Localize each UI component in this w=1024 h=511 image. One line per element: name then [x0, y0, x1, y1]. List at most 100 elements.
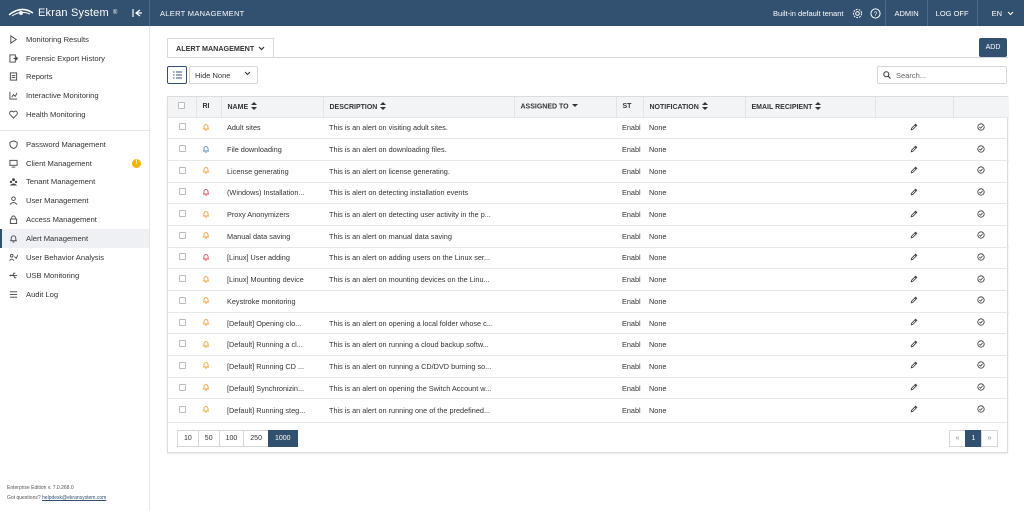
edit-cell[interactable]	[875, 225, 953, 247]
row-checkbox-cell[interactable]	[168, 225, 196, 247]
pencil-icon[interactable]	[910, 340, 918, 350]
sidebar-item-usb-monitoring[interactable]: USB Monitoring	[0, 267, 149, 286]
name-cell[interactable]: Manual data saving	[221, 225, 323, 247]
row-checkbox-cell[interactable]	[168, 312, 196, 334]
name-cell[interactable]: Proxy Anonymizers	[221, 204, 323, 226]
enabled-check-icon[interactable]	[977, 318, 985, 328]
row-checkbox[interactable]	[178, 296, 186, 304]
name-cell[interactable]: [Linux] Mounting device	[221, 269, 323, 291]
pencil-icon[interactable]	[910, 275, 918, 285]
enabled-check-icon[interactable]	[977, 166, 985, 176]
row-checkbox[interactable]	[178, 383, 186, 391]
sidebar-item-user-management[interactable]: User Management	[0, 191, 149, 210]
edit-cell[interactable]	[875, 377, 953, 399]
list-view-button[interactable]	[167, 66, 187, 84]
name-cell[interactable]: [Default] Running a cl...	[221, 334, 323, 356]
row-checkbox[interactable]	[178, 231, 186, 239]
pencil-icon[interactable]	[910, 188, 918, 198]
column-header-email-recipient[interactable]: EMAIL RECIPIENT	[745, 97, 876, 117]
page-button-current[interactable]: 1	[965, 430, 982, 447]
edit-cell[interactable]	[875, 204, 953, 226]
enabled-check-icon[interactable]	[977, 253, 985, 263]
enabled-check-icon[interactable]	[977, 361, 985, 371]
enabled-check-icon[interactable]	[977, 340, 985, 350]
toggle-cell[interactable]	[953, 356, 1009, 378]
sidebar-item-client-management[interactable]: Client Management !	[0, 154, 149, 173]
enabled-check-icon[interactable]	[977, 275, 985, 285]
gear-icon[interactable]	[849, 5, 865, 21]
select-all-checkbox-cell[interactable]	[168, 97, 197, 117]
edit-cell[interactable]	[875, 312, 953, 334]
row-checkbox[interactable]	[178, 253, 186, 261]
pencil-icon[interactable]	[910, 123, 918, 133]
add-button[interactable]: ADD	[979, 38, 1007, 57]
row-checkbox-cell[interactable]	[168, 356, 196, 378]
pencil-icon[interactable]	[910, 318, 918, 328]
edit-cell[interactable]	[875, 117, 953, 139]
pencil-icon[interactable]	[910, 362, 918, 371]
row-checkbox-cell[interactable]	[168, 182, 196, 204]
sidebar-item-access-management[interactable]: Access Management	[0, 210, 149, 229]
edit-cell[interactable]	[875, 247, 953, 269]
enabled-check-icon[interactable]	[977, 383, 985, 393]
edit-cell[interactable]	[875, 356, 953, 378]
sidebar-item-interactive-monitoring[interactable]: Interactive Monitoring	[0, 86, 149, 105]
tab-alert-management[interactable]: ALERT MANAGEMENT	[167, 38, 275, 58]
edit-cell[interactable]	[875, 182, 953, 204]
name-cell[interactable]: License generating	[221, 160, 323, 182]
support-email-link[interactable]: helpdesk@ekransystem.com	[42, 495, 106, 501]
row-checkbox-cell[interactable]	[168, 291, 196, 313]
pencil-icon[interactable]	[910, 296, 918, 306]
column-header-description[interactable]: DESCRIPTION	[323, 97, 515, 117]
name-cell[interactable]: Keystroke monitoring	[221, 291, 323, 313]
toggle-cell[interactable]	[953, 247, 1009, 269]
row-checkbox-cell[interactable]	[168, 247, 196, 269]
next-page-button[interactable]: »	[981, 430, 998, 447]
row-checkbox-cell[interactable]	[168, 139, 196, 161]
name-cell[interactable]: [Default] Synchronizin...	[221, 377, 323, 399]
sidebar-item-health-monitoring[interactable]: Health Monitoring	[0, 105, 149, 124]
row-checkbox[interactable]	[178, 361, 186, 369]
pencil-icon[interactable]	[910, 405, 918, 415]
row-checkbox[interactable]	[178, 210, 186, 218]
name-cell[interactable]: (Windows) Installation...	[221, 182, 323, 204]
user-menu[interactable]: ADMIN	[885, 0, 926, 26]
language-selector[interactable]: EN	[976, 0, 1024, 26]
pencil-icon[interactable]	[910, 253, 918, 263]
column-header-status[interactable]: ST	[616, 97, 644, 117]
search-input[interactable]: Search...	[877, 66, 1007, 84]
toggle-cell[interactable]	[953, 291, 1009, 313]
name-cell[interactable]: [Default] Running steg...	[221, 399, 323, 421]
page-size-option-250[interactable]: 250	[243, 430, 269, 447]
table-row[interactable]: [Default] Running steg... This is an aler…	[168, 398, 1009, 421]
name-cell[interactable]: [Default] Running CD ...	[221, 356, 323, 378]
tenant-selector[interactable]: Built-in default tenant	[773, 9, 849, 18]
edit-cell[interactable]	[875, 269, 953, 291]
edit-cell[interactable]	[875, 160, 953, 182]
row-checkbox-cell[interactable]	[168, 204, 196, 226]
toggle-cell[interactable]	[953, 182, 1009, 204]
toggle-cell[interactable]	[953, 377, 1009, 399]
toggle-cell[interactable]	[953, 225, 1009, 247]
table-row[interactable]: Keystroke monitoring Enabl None	[168, 290, 1009, 313]
table-row[interactable]: (Windows) Installation... This is alert o…	[168, 182, 1009, 204]
table-row[interactable]: [Default] Synchronizin... This is an aler…	[168, 377, 1009, 399]
row-checkbox-cell[interactable]	[168, 334, 196, 356]
edit-cell[interactable]	[875, 334, 953, 356]
name-cell[interactable]: File downloading	[221, 139, 323, 161]
name-cell[interactable]: [Linux] User adding	[221, 247, 323, 269]
toggle-cell[interactable]	[953, 269, 1009, 291]
table-row[interactable]: Adult sites This is an alert on visiting …	[168, 117, 1009, 139]
column-header-risk[interactable]: RI	[196, 97, 222, 117]
row-checkbox-cell[interactable]	[168, 160, 196, 182]
name-cell[interactable]: [Default] Opening clo...	[221, 312, 323, 334]
table-row[interactable]: [Linux] Mounting device This is an alert …	[168, 268, 1009, 291]
select-all-checkbox[interactable]	[178, 102, 186, 110]
enabled-check-icon[interactable]	[977, 296, 985, 306]
enabled-check-icon[interactable]	[977, 405, 985, 415]
toggle-cell[interactable]	[953, 139, 1009, 161]
row-checkbox-cell[interactable]	[168, 269, 196, 291]
table-row[interactable]: [Default] Running a cl... This is an aler…	[168, 333, 1009, 356]
name-cell[interactable]: Adult sites	[221, 117, 323, 139]
row-checkbox[interactable]	[178, 123, 186, 131]
